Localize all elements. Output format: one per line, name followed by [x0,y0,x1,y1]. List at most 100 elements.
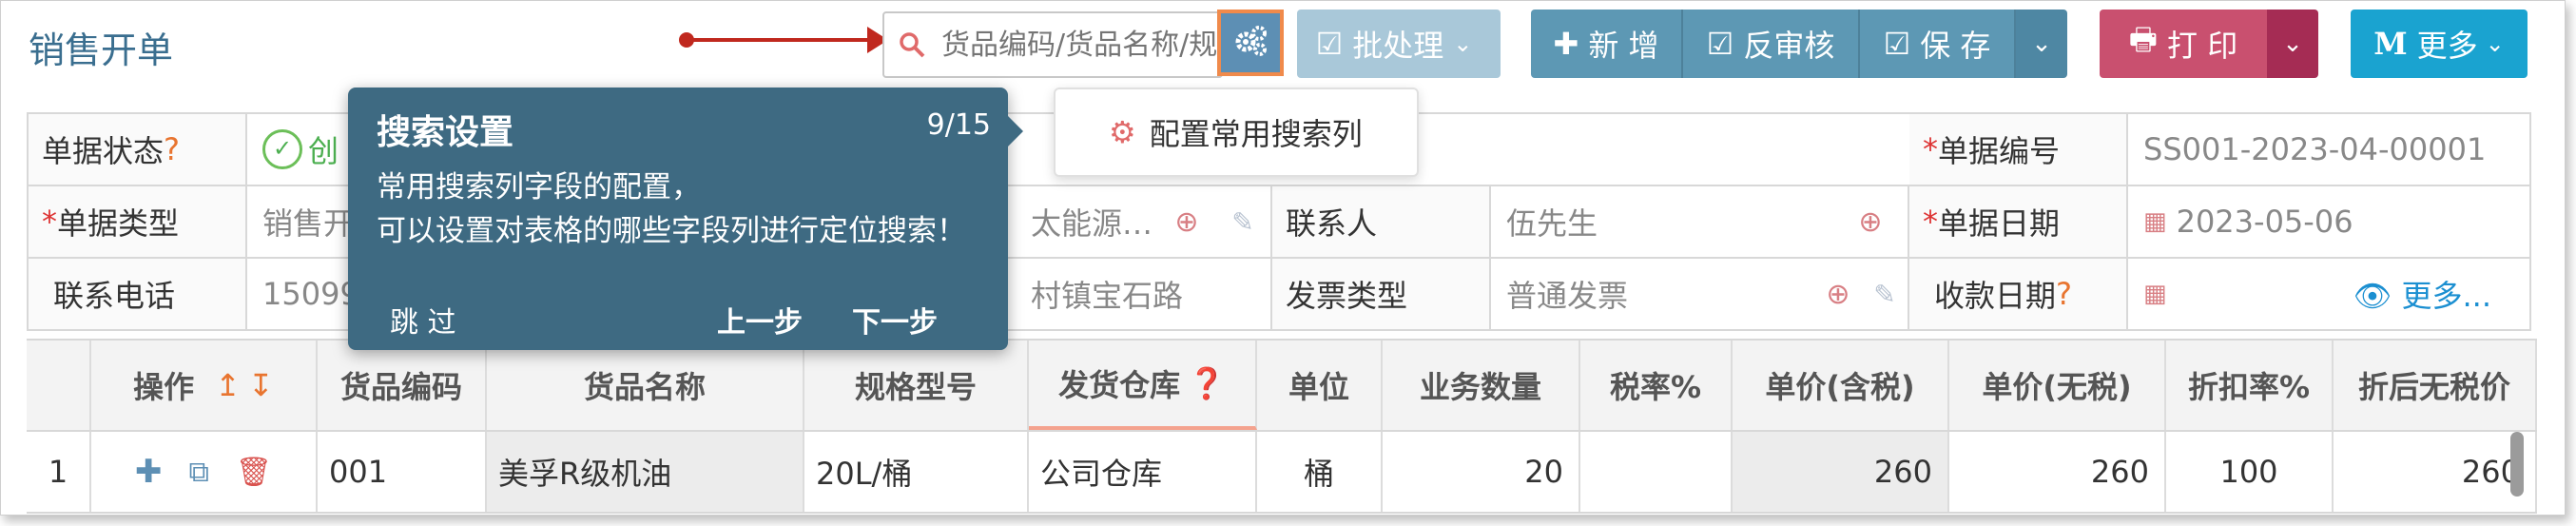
col-header-qty: 业务数量 [1383,341,1580,430]
date-value: 2023-05-06 [2176,204,2353,240]
more-link[interactable]: 👁 更多... [2353,272,2491,316]
col-header-net: 折后无税价 [2334,341,2537,430]
contact-field[interactable]: 伍先生 [1491,186,1833,257]
add-button[interactable]: ✚ 新 增 [1531,10,1683,78]
receive-date-field[interactable]: ▦ 👁 更多... [2128,259,2531,329]
col-header-name: 货品名称 [487,341,804,430]
search-box[interactable] [882,11,1223,78]
invoice-label: 发票类型 [1272,259,1491,329]
more-label: 更多 [2416,28,2478,64]
search-config-menu: ⚙ 配置常用搜索列 [1054,88,1419,177]
cell-qty[interactable]: 20 [1383,432,1580,512]
chevron-down-icon: ⌄ [2031,29,2052,58]
print-dropdown-button[interactable]: ⌄ [2267,10,2318,78]
type-label-text: 单据类型 [57,205,180,242]
batch-process-button[interactable]: ☑ 批处理 ⌄ [1297,10,1501,78]
cell-name[interactable]: 美孚R级机油 [487,432,804,512]
invoice-field[interactable]: 普通发票 [1491,259,1814,329]
required-mark: * [1923,131,1938,167]
tour-description: 常用搜索列字段的配置， 可以设置对表格的哪些字段列进行定位搜索！ [377,166,966,253]
search-settings-button[interactable] [1217,10,1284,76]
add-label: 新 增 [1588,28,1659,64]
date-label: * 单据日期 [1909,186,2128,257]
cell-warehouse[interactable]: 公司仓库 [1029,432,1257,512]
col-header-code: 货品编码 [318,341,487,430]
batch-label: 批处理 [1352,28,1444,64]
cell-tax[interactable] [1580,432,1733,512]
status-label-text: 单据状态 [42,133,165,169]
copy-row-icon[interactable]: ⧉ [188,456,208,489]
cell-spec[interactable]: 20L/桶 [804,432,1029,512]
more-link-text: 更多... [2401,278,2491,314]
delete-row-icon[interactable]: 🗑 [236,456,272,489]
cell-price[interactable]: 260 [1949,432,2166,512]
items-grid: 操作 ↥ ↧ 货品编码 货品名称 规格型号 发货仓库 ❓ 单位 业务数量 税率%… [27,339,2537,514]
cell-net[interactable]: 260 [2334,432,2537,512]
sort-up-icon[interactable]: ↥ [215,367,241,403]
row-number-header [27,341,91,430]
row-ops: ✚ ⧉ 🗑 [91,432,318,512]
customer-brush-icon[interactable]: ✎ [1215,186,1272,257]
tour-line-2: 可以设置对表格的哪些字段列进行定位搜索！ [377,214,966,248]
receive-label: 收款日期? [1909,259,2128,329]
tour-prev-button[interactable]: 上一步 [717,299,803,341]
sort-down-icon[interactable]: ↧ [248,367,274,403]
more-button[interactable]: M 更多 ⌄ [2351,10,2528,78]
pointer-arrow [679,27,888,53]
row-number: 1 [27,432,91,512]
col-header-tax: 税率% [1580,341,1733,430]
cell-code[interactable]: 001 [318,432,487,512]
chevron-down-icon: ⌄ [2485,30,2505,57]
tour-step: 9/15 [926,108,991,142]
contact-search-icon[interactable]: ⊕ [1833,186,1909,257]
add-row-icon[interactable]: ✚ [135,453,163,491]
col-header-discount: 折扣率% [2166,341,2334,430]
gears-icon: ⚙ [1109,114,1136,150]
invoice-search-icon[interactable]: ⊕ [1814,259,1862,329]
search-input[interactable] [939,27,1219,63]
vertical-scrollbar[interactable] [2510,432,2524,497]
status-text: 创 [308,133,339,169]
customer-field[interactable]: 太能源… [1016,186,1158,257]
unaudit-button[interactable]: ☑ 反审核 [1683,10,1860,78]
table-row: 1 ✚ ⧉ 🗑 001 美孚R级机油 20L/桶 公司仓库 桶 20 260 2… [27,432,2537,514]
save-dropdown-button[interactable]: ⌄ [2016,10,2067,78]
gears-icon [1233,25,1268,61]
phone-label: 联系电话 [27,259,247,329]
help-circle-icon: ❓ [1188,365,1226,401]
m-logo-icon: M [2373,26,2408,62]
customer-search-icon[interactable]: ⊕ [1158,186,1215,257]
ops-header-text: 操作 [133,369,195,405]
cell-price-tax[interactable]: 260 [1733,432,1949,512]
unaudit-label: 反审核 [1743,28,1835,64]
address-field[interactable]: 村镇宝石路 [1016,259,1272,329]
calendar-icon: ▦ [2143,280,2167,308]
docno-label: * 单据编号 [1909,114,2128,185]
date-field[interactable]: ▦ 2023-05-06 [2128,186,2531,257]
search-icon [898,30,926,59]
cell-unit[interactable]: 桶 [1257,432,1383,512]
save-button[interactable]: ☑ 保 存 [1860,10,2016,78]
required-mark: * [1923,204,1938,240]
col-header-warehouse: 发货仓库 ❓ [1029,341,1257,430]
check-circle-icon: ✓ [262,129,302,169]
tour-skip-button[interactable]: 跳 过 [390,299,456,341]
tour-next-button[interactable]: 下一步 [852,299,938,341]
cell-discount[interactable]: 100 [2166,432,2334,512]
print-group: 🖶 打 印 ⌄ [2100,10,2318,78]
status-label: 单据状态? [27,114,247,185]
print-button[interactable]: 🖶 打 印 [2100,10,2267,78]
help-mark: ? [2056,276,2072,312]
check-square-icon: ☑ [1706,26,1734,62]
docno-field[interactable]: SS001-2023-04-00001 [2128,114,2531,185]
docno-label-text: 单据编号 [1938,133,2061,169]
col-header-price: 单价(无税) [1949,341,2166,430]
menu-item-configure-search-columns[interactable]: 配置常用搜索列 [1150,110,1363,154]
col-header-unit: 单位 [1257,341,1383,430]
tour-title: 搜索设置 [377,113,514,152]
invoice-brush-icon[interactable]: ✎ [1862,259,1909,329]
col-header-price-tax: 单价(含税) [1733,341,1949,430]
contact-label: 联系人 [1272,186,1491,257]
tour-popover: 搜索设置 9/15 常用搜索列字段的配置， 可以设置对表格的哪些字段列进行定位搜… [348,88,1023,350]
page-title: 销售开单 [29,29,174,71]
